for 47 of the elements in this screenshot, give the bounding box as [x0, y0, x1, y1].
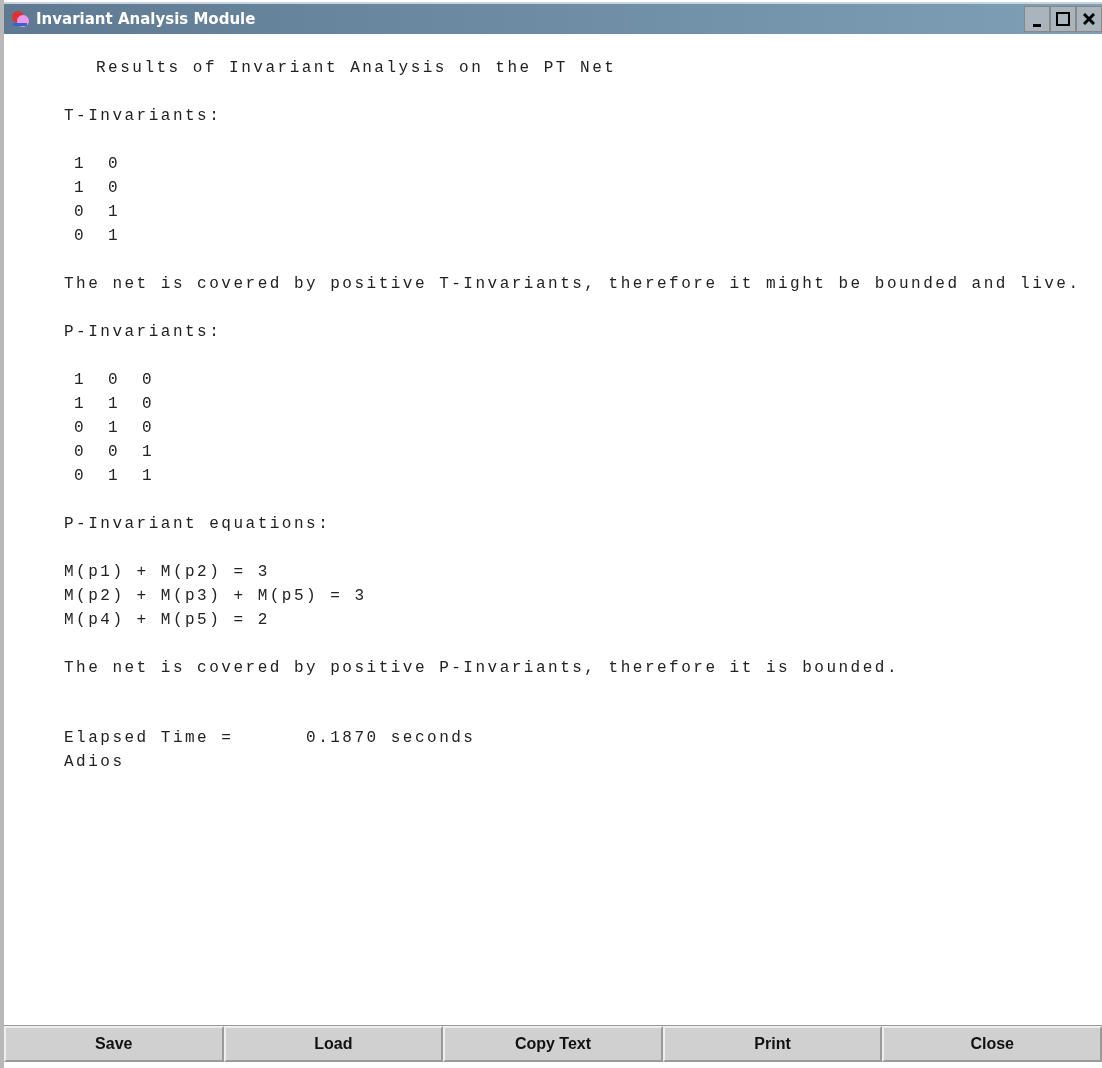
matrix-value: 1: [108, 226, 122, 247]
matrix-value: 1: [74, 178, 88, 199]
matrix-value: 0: [108, 178, 122, 199]
matrix-value: 1: [108, 394, 122, 415]
output-line: M(p2) + M(p3) + M(p5) = 3: [64, 586, 368, 607]
matrix-value: 1: [108, 418, 122, 439]
matrix-value: 0: [142, 418, 156, 439]
minimize-button[interactable]: [1024, 6, 1050, 32]
matrix-value: 1: [142, 466, 156, 487]
action-button[interactable]: Copy Text: [443, 1026, 663, 1062]
output-line: P-Invariants:: [64, 322, 223, 343]
output-line: P-Invariant equations:: [64, 514, 332, 535]
action-button[interactable]: Load: [223, 1026, 444, 1062]
matrix-value: 0: [74, 466, 88, 487]
minimize-icon: [1033, 23, 1041, 27]
app-icon: [10, 9, 30, 29]
output-line: The net is covered by positive T-Invariants, therefore it might be bounded and live.: [64, 274, 1082, 295]
matrix-value: 0: [142, 370, 156, 391]
window-title: Invariant Analysis Module: [36, 10, 256, 28]
matrix-value: 1: [108, 466, 122, 487]
close-button[interactable]: [1076, 6, 1102, 32]
output-line: T-Invariants:: [64, 106, 223, 127]
maximize-button[interactable]: [1050, 6, 1076, 32]
matrix-value: 1: [142, 442, 156, 463]
output-line: M(p4) + M(p5) = 2: [64, 610, 271, 631]
action-button[interactable]: Close: [882, 1026, 1102, 1062]
matrix-value: 0: [74, 442, 88, 463]
matrix-value: 1: [74, 370, 88, 391]
action-button[interactable]: Print: [662, 1026, 883, 1062]
close-icon: [1083, 13, 1095, 25]
output-line: M(p1) + M(p2) = 3: [64, 562, 271, 583]
matrix-value: 0: [74, 226, 88, 247]
matrix-value: 0: [108, 154, 122, 175]
action-button[interactable]: Save: [4, 1026, 224, 1062]
matrix-value: 1: [74, 154, 88, 175]
output-line: Elapsed Time = 0.1870 seconds: [64, 728, 477, 749]
matrix-value: 0: [74, 418, 88, 439]
output-line: The net is covered by positive P-Invariants, therefore it is bounded.: [64, 658, 900, 679]
matrix-value: 1: [74, 394, 88, 415]
report-title: Results of Invariant Analysis on the PT Net: [96, 58, 618, 79]
maximize-icon: [1056, 12, 1070, 26]
output-line: Adios: [64, 752, 126, 773]
matrix-value: 0: [108, 442, 122, 463]
matrix-value: 1: [108, 202, 122, 223]
matrix-value: 0: [142, 394, 156, 415]
matrix-value: 0: [74, 202, 88, 223]
matrix-value: 0: [108, 370, 122, 391]
